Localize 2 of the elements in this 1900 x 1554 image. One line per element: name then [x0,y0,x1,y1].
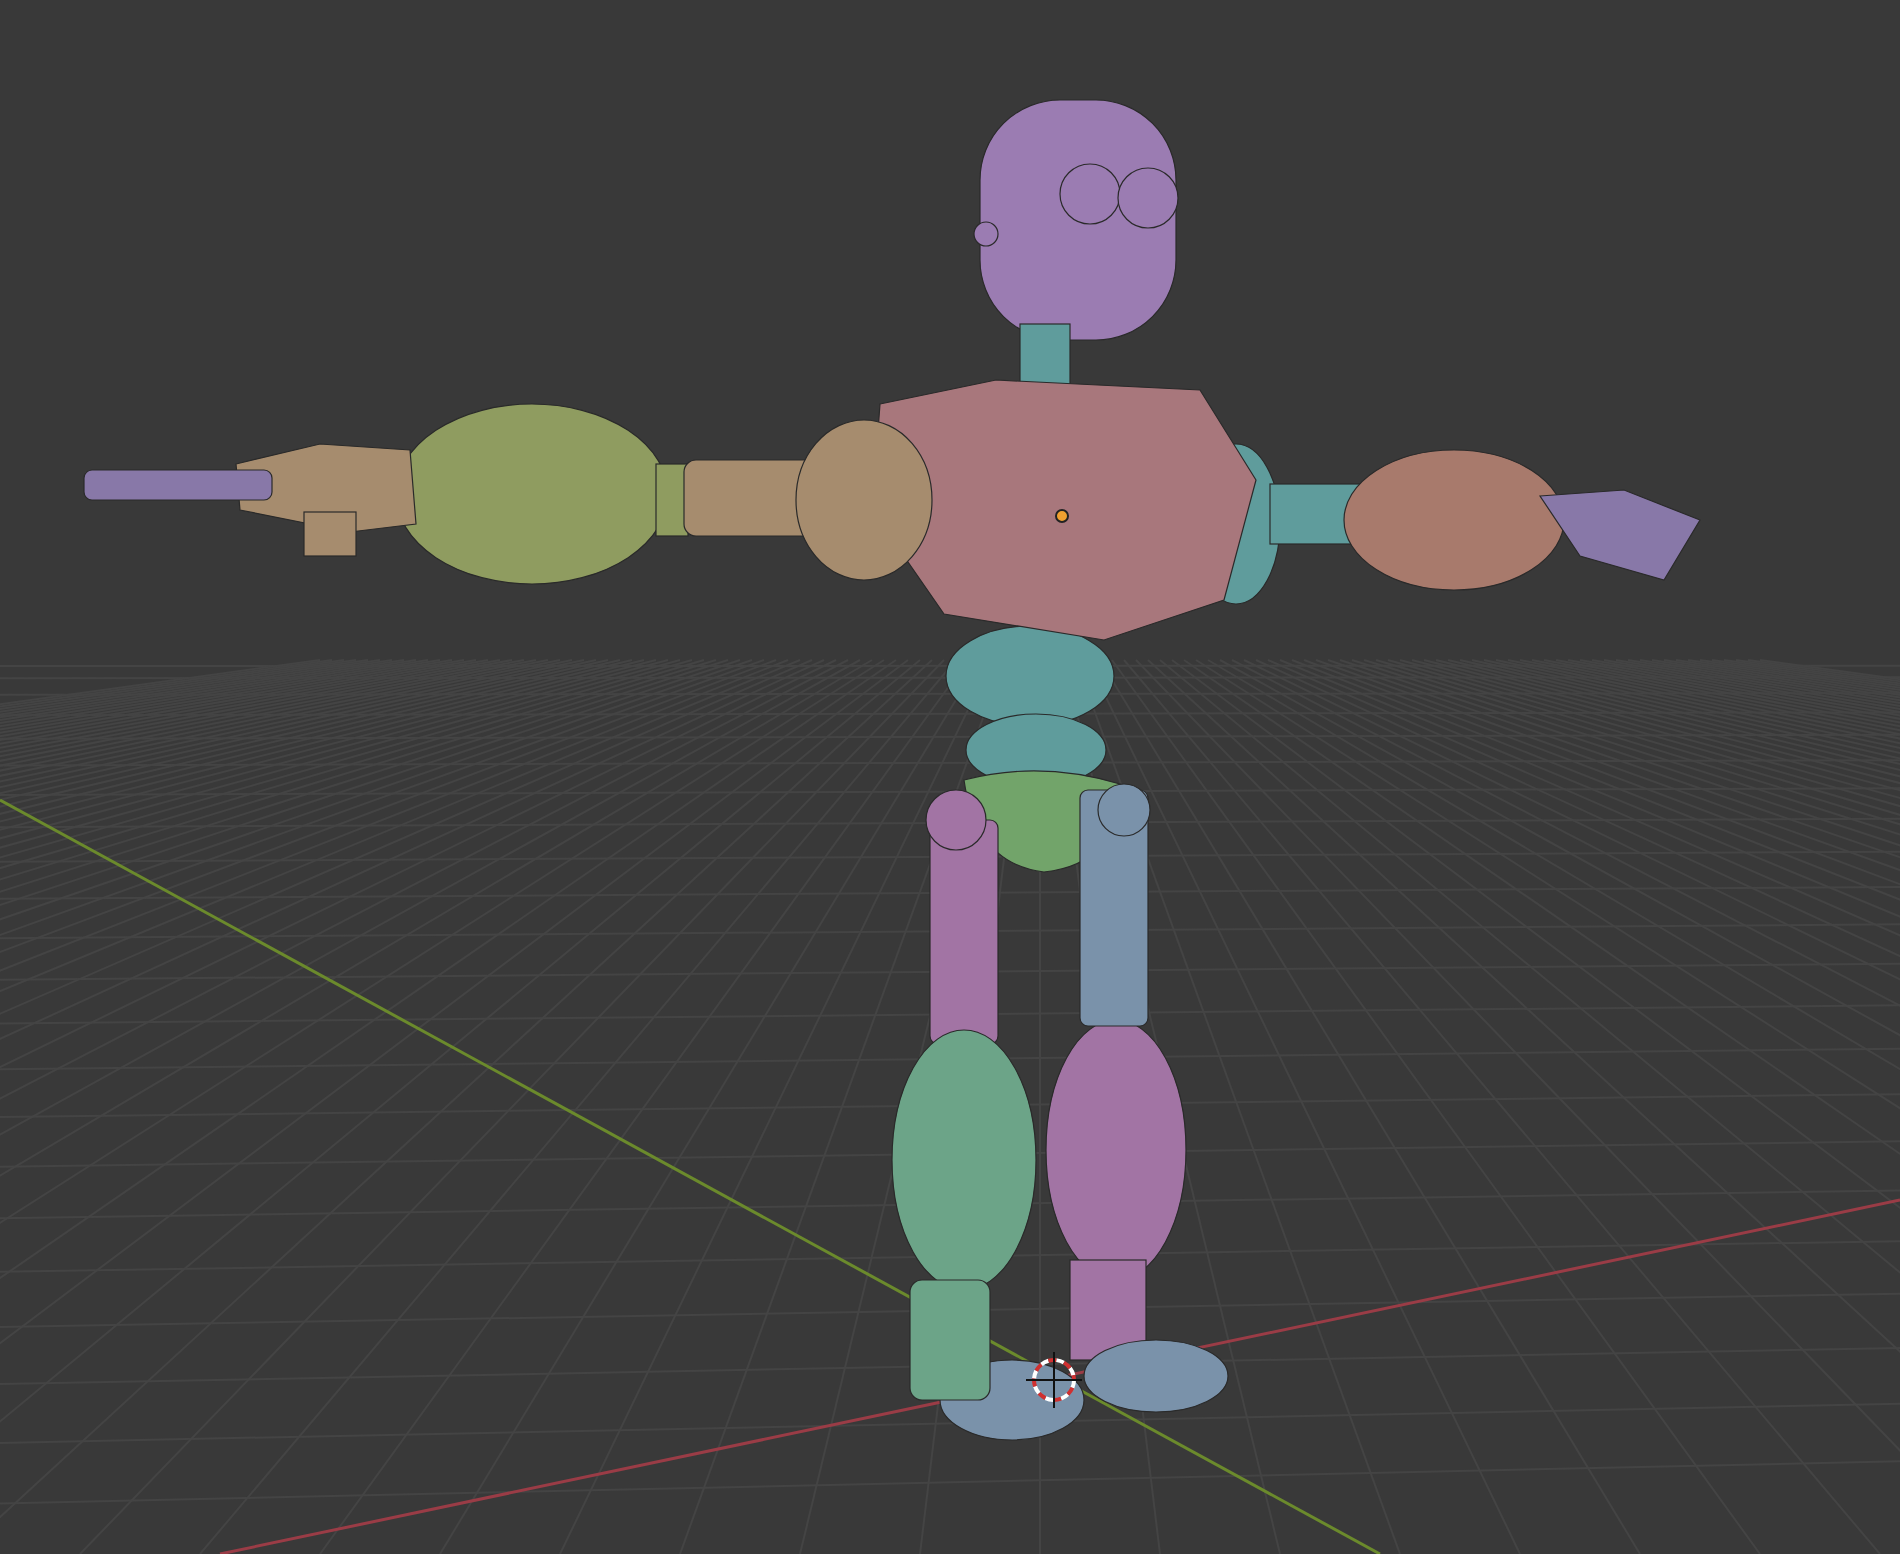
cursor-icon [1025,1351,1083,1409]
origin-point-icon [1055,509,1069,523]
